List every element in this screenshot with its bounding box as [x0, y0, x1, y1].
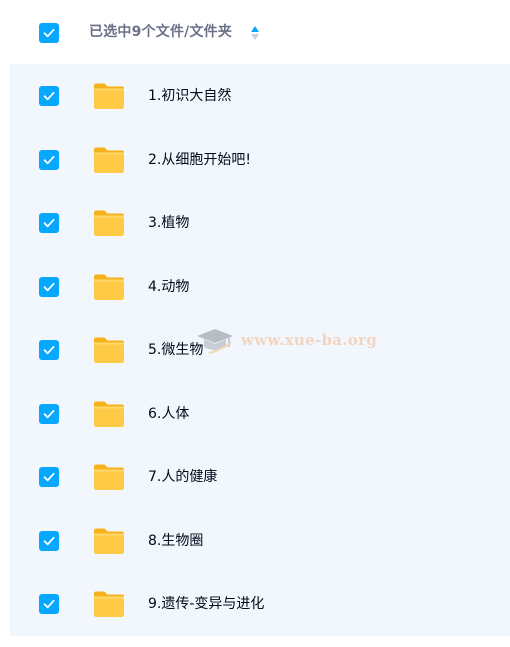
- file-name[interactable]: 7.人的健康: [148, 466, 217, 488]
- row-checkbox[interactable]: [39, 276, 59, 297]
- file-row[interactable]: 9.遗传-变异与进化: [10, 572, 510, 636]
- checkmark-icon: [43, 536, 55, 545]
- file-row[interactable]: 6.人体: [10, 382, 510, 446]
- row-checkbox[interactable]: [39, 530, 59, 551]
- checkmark-icon: [43, 218, 55, 228]
- checkmark-icon: [43, 91, 55, 101]
- folder-icon: [93, 82, 125, 110]
- file-name[interactable]: 3.植物: [148, 212, 189, 234]
- checkmark-icon: [43, 28, 55, 38]
- select-all-checkbox[interactable]: [39, 23, 59, 43]
- row-checkbox[interactable]: [39, 149, 59, 170]
- file-row[interactable]: 4.动物: [10, 255, 510, 319]
- row-checkbox[interactable]: [39, 403, 59, 424]
- checkmark-icon: [43, 472, 55, 482]
- folder-icon: [93, 463, 125, 491]
- watermark: www.xue-ba.org: [195, 323, 377, 359]
- file-name[interactable]: 9.遗传-变异与进化: [148, 593, 264, 615]
- graduation-cap-icon: [197, 329, 233, 354]
- row-checkbox[interactable]: [39, 86, 59, 106]
- file-name[interactable]: 6.人体: [148, 403, 189, 425]
- row-checkbox[interactable]: [39, 594, 59, 614]
- file-row[interactable]: 2.从细胞开始吧!: [10, 128, 510, 192]
- file-name[interactable]: 2.从细胞开始吧!: [148, 149, 251, 171]
- checkmark-icon: [43, 282, 55, 291]
- folder-icon: [93, 146, 125, 174]
- file-row[interactable]: 1.初识大自然: [10, 64, 510, 128]
- folder-icon: [93, 527, 125, 555]
- row-checkbox[interactable]: [39, 213, 59, 233]
- file-name[interactable]: 4.动物: [148, 276, 189, 298]
- folder-icon: [93, 590, 125, 618]
- file-row[interactable]: 3.植物: [10, 191, 510, 255]
- watermark-text: www.xue-ba.org: [241, 331, 378, 349]
- row-checkbox[interactable]: [39, 467, 59, 487]
- folder-icon: [93, 336, 125, 364]
- row-checkbox[interactable]: [39, 340, 59, 360]
- file-name[interactable]: 8.生物圈: [148, 530, 203, 552]
- file-name[interactable]: 1.初识大自然: [148, 85, 231, 107]
- folder-icon: [93, 209, 125, 237]
- file-row[interactable]: 7.人的健康: [10, 445, 510, 509]
- checkmark-icon: [43, 155, 55, 164]
- checkmark-icon: [43, 599, 55, 609]
- folder-icon: [93, 273, 125, 301]
- file-list-header: 已选中9个文件/文件夹: [0, 0, 510, 64]
- checkmark-icon: [43, 409, 55, 418]
- file-row[interactable]: 8.生物圈: [10, 509, 510, 573]
- sort-icon[interactable]: [250, 25, 260, 41]
- checkmark-icon: [43, 345, 55, 355]
- selection-count-title: 已选中9个文件/文件夹: [89, 24, 233, 40]
- folder-icon: [93, 400, 125, 428]
